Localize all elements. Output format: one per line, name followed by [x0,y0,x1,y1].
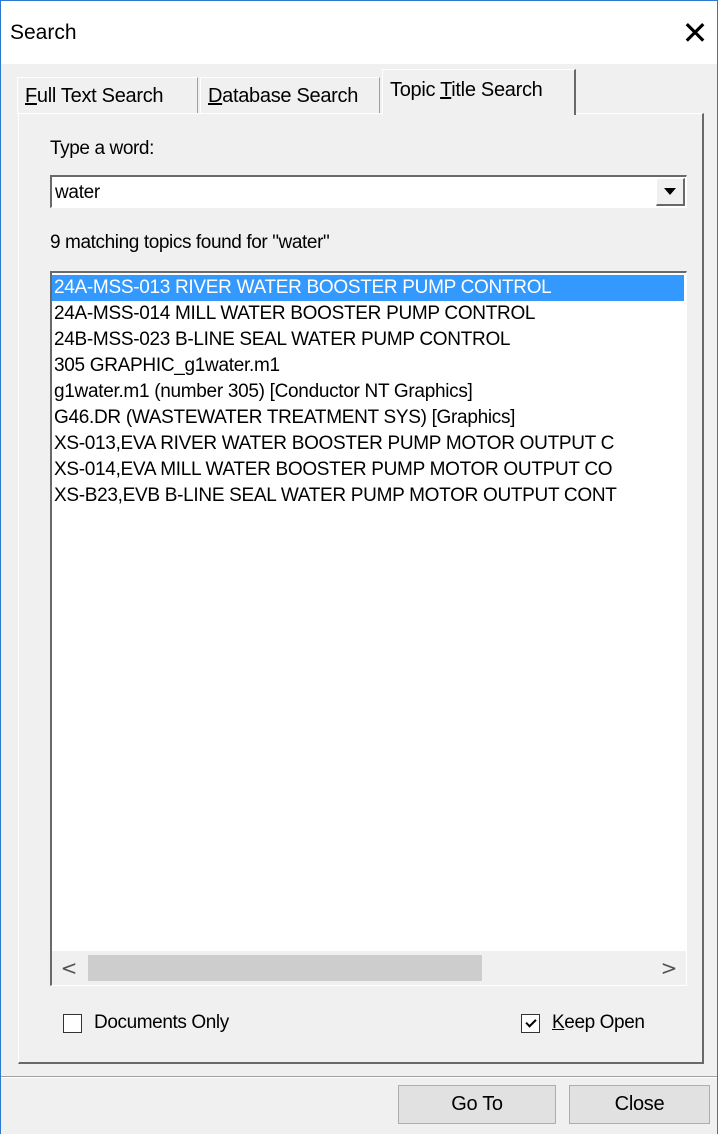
go-to-button[interactable]: Go To [398,1085,556,1124]
tab-topic-title-search[interactable]: Topic Title Search [382,69,576,115]
tab-label: Topic [390,79,441,101]
results-listbox[interactable]: 24A-MSS-013 RIVER WATER BOOSTER PUMP CON… [50,271,687,986]
tab-mnemonic: D [208,85,223,107]
close-icon[interactable]: ✕ [677,13,713,53]
result-summary: 9 matching topics found for "water" [50,232,330,253]
scroll-left-button[interactable]: < [52,951,86,985]
list-item[interactable]: 24B-MSS-023 B-LINE SEAL WATER PUMP CONTR… [52,327,684,353]
scrollbar-thumb[interactable] [88,955,482,981]
keep-open-mnemonic: K [552,1012,565,1033]
scroll-right-button[interactable]: > [652,951,686,985]
keep-open-checkbox[interactable] [521,1014,540,1033]
footer-divider [1,1076,717,1078]
list-item[interactable]: 305 GRAPHIC_g1water.m1 [52,353,684,379]
tab-label: itle Search [451,79,543,101]
list-item[interactable]: XS-B23,EVB B-LINE SEAL WATER PUMP MOTOR … [52,483,684,509]
tab-panel: Type a word: water 9 matching topics fou… [18,113,704,1064]
results-list: 24A-MSS-013 RIVER WATER BOOSTER PUMP CON… [52,275,684,509]
close-button[interactable]: Close [569,1085,710,1124]
horizontal-scrollbar[interactable]: < > [52,951,686,985]
type-a-word-label: Type a word: [50,138,154,159]
keep-open-text: eep Open [564,1012,645,1033]
list-item[interactable]: XS-014,EVA MILL WATER BOOSTER PUMP MOTOR… [52,457,684,483]
search-dialog: Search ✕ Full Text Search Database Searc… [0,0,718,1134]
search-combobox[interactable]: water [50,175,687,208]
tab-label: atabase Search [222,85,359,107]
documents-only-label: Documents Only [94,1012,229,1033]
title-bar: Search ✕ [1,1,717,64]
tab-label: ull Text Search [36,85,164,107]
list-item[interactable]: g1water.m1 (number 305) [Conductor NT Gr… [52,379,684,405]
search-input[interactable]: water [55,182,100,204]
list-item[interactable]: G46.DR (WASTEWATER TREATMENT SYS) [Graph… [52,405,684,431]
documents-only-checkbox[interactable] [63,1014,82,1033]
tab-full-text-search[interactable]: Full Text Search [17,77,198,114]
list-item[interactable]: 24A-MSS-013 RIVER WATER BOOSTER PUMP CON… [52,275,684,301]
tab-database-search[interactable]: Database Search [200,77,380,114]
chevron-down-icon [664,188,676,195]
tab-mnemonic: F [25,85,37,107]
list-item[interactable]: XS-013,EVA RIVER WATER BOOSTER PUMP MOTO… [52,431,684,457]
checkmark-icon [524,1016,537,1028]
tab-mnemonic: T [440,79,452,101]
keep-open-label: Keep Open [552,1012,645,1034]
list-item[interactable]: 24A-MSS-014 MILL WATER BOOSTER PUMP CONT… [52,301,684,327]
window-title: Search [10,21,77,44]
dropdown-button[interactable] [656,178,685,206]
